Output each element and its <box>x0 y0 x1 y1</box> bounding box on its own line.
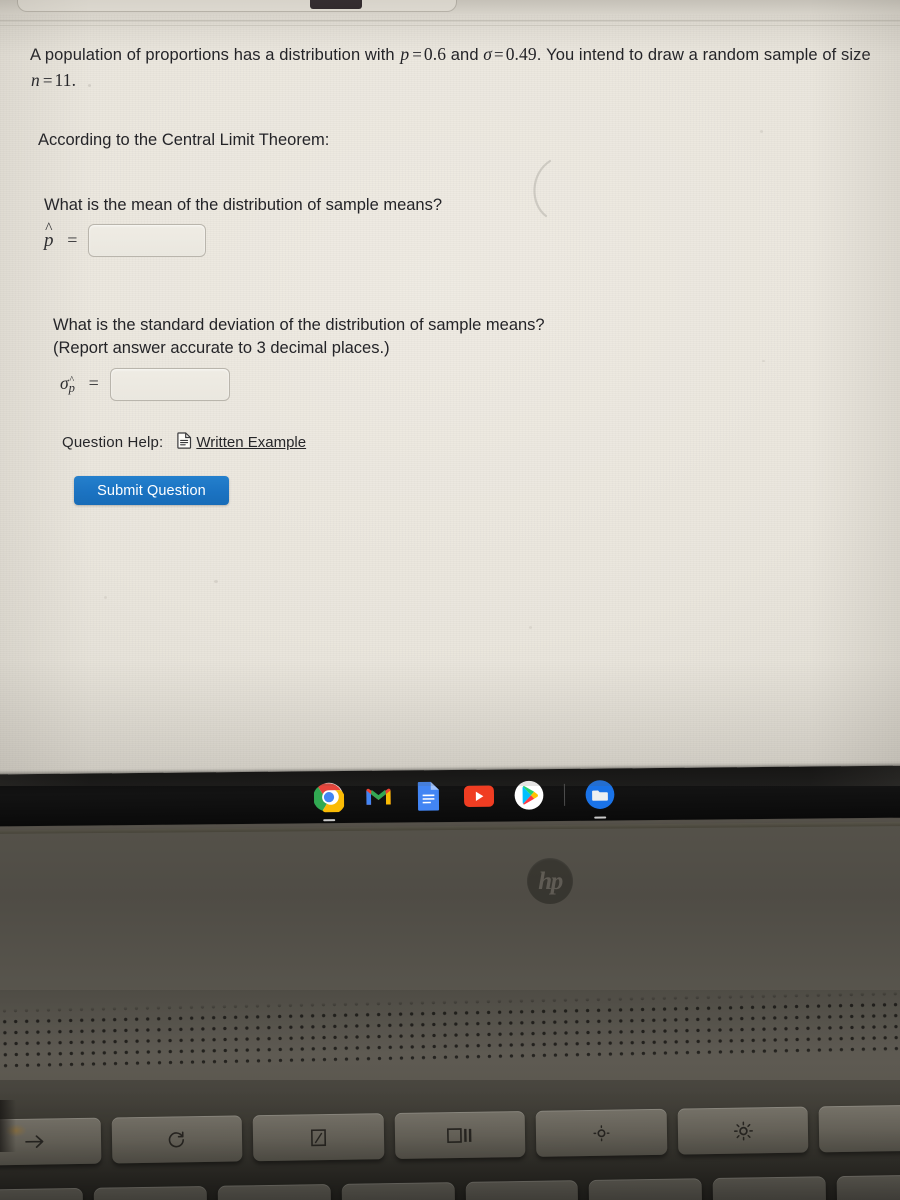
prompt-text-1: A population of proportions has a distri… <box>30 46 400 64</box>
key-row2-5[interactable] <box>465 1180 579 1200</box>
submit-question-button[interactable]: Submit Question <box>74 476 229 505</box>
browser-tab-strip[interactable] <box>0 0 900 14</box>
gmail-icon[interactable] <box>363 782 393 812</box>
overview-key[interactable] <box>394 1110 526 1160</box>
files-icon[interactable] <box>584 779 614 819</box>
prompt-variable-n: n <box>31 69 40 90</box>
files-running-indicator <box>593 816 606 819</box>
key-row2-3[interactable] <box>217 1184 332 1200</box>
key-row2-1[interactable] <box>0 1187 84 1200</box>
question-2-note: (Report answer accurate to 3 decimal pla… <box>53 339 390 357</box>
screen-glare-reflection <box>533 159 552 218</box>
prompt-p-value: 0.6 <box>423 44 447 64</box>
question-help-label: Question Help: <box>62 434 164 451</box>
keyboard-function-row <box>0 1104 900 1166</box>
written-example-link-group[interactable]: Written Example <box>177 432 306 453</box>
chrome-running-indicator <box>322 819 335 822</box>
prompt-text-2: . You intend to draw a random sample of … <box>536 46 871 64</box>
dust-speck <box>214 580 218 583</box>
key-row2-8[interactable] <box>836 1174 900 1200</box>
problem-statement: A population of proportions has a distri… <box>30 42 886 94</box>
hp-brand-logo: hp <box>527 858 573 904</box>
question-2-equals: = <box>88 372 99 393</box>
brightness-down-key[interactable] <box>535 1108 668 1157</box>
std-dev-answer-input[interactable] <box>109 368 230 401</box>
chromebook-photo-screenshot: A population of proportions has a distri… <box>0 0 900 1200</box>
prompt-period: . <box>71 69 77 90</box>
prompt-equals-2: = <box>494 45 504 64</box>
dust-speck <box>762 360 765 362</box>
question-1-answer-row: ^ p = <box>44 221 442 257</box>
key-row2-7[interactable] <box>712 1176 827 1200</box>
google-docs-icon[interactable] <box>413 781 443 811</box>
question-2-answer-row: σ ^ p = <box>60 368 545 401</box>
keyboard-number-row <box>0 1174 900 1200</box>
mean-answer-input[interactable] <box>88 224 207 257</box>
key-row2-2[interactable] <box>93 1185 208 1200</box>
question-2: What is the standard deviation of the di… <box>53 316 545 401</box>
keyboard <box>0 1090 900 1200</box>
dust-speck <box>104 596 107 599</box>
browser-tab[interactable] <box>18 0 456 11</box>
central-limit-theorem-heading: According to the Central Limit Theorem: <box>38 131 330 149</box>
prompt-equals-1: = <box>412 45 422 64</box>
laptop-screen: A population of proportions has a distri… <box>0 0 900 786</box>
prompt-variable-p: p <box>400 44 410 64</box>
browser-chrome-divider-2 <box>0 25 900 26</box>
question-help-row: Question Help: Written Example <box>62 432 306 453</box>
question-1: What is the mean of the distribution of … <box>44 196 442 257</box>
hp-logo-text: hp <box>538 867 563 895</box>
key-row2-6[interactable] <box>588 1178 703 1200</box>
reload-key[interactable] <box>111 1115 243 1164</box>
browser-chrome-divider <box>0 20 900 22</box>
prompt-equals-3: = <box>42 70 53 90</box>
brightness-up-key[interactable] <box>677 1106 809 1155</box>
chrome-icon[interactable] <box>313 782 344 822</box>
key-row2-4[interactable] <box>341 1182 455 1200</box>
question-1-equals: = <box>67 229 78 250</box>
question-2-text: What is the standard deviation of the di… <box>53 316 545 334</box>
play-store-icon[interactable] <box>513 780 543 810</box>
keyboard-smudge <box>5 1124 27 1137</box>
sigma-p-hat-symbol: σ ^ p = <box>60 373 99 397</box>
mute-key[interactable] <box>819 1104 900 1153</box>
sigma-symbol-base: σ <box>60 372 69 393</box>
prompt-n-value: 11 <box>54 69 72 90</box>
prompt-sigma-value: 0.49 <box>505 44 537 64</box>
tab-notch <box>310 0 362 9</box>
dust-speck <box>88 84 91 87</box>
prompt-and: and <box>446 46 484 64</box>
shelf-separator <box>563 783 565 806</box>
sub-hat-accent: ^ <box>69 374 75 386</box>
hat-accent: ^ <box>45 219 53 237</box>
p-hat-symbol: ^ p = <box>44 221 78 252</box>
fullscreen-key[interactable] <box>252 1113 385 1162</box>
youtube-icon[interactable] <box>463 781 494 811</box>
dust-speck <box>529 626 532 629</box>
dust-speck <box>760 130 763 133</box>
question-1-text: What is the mean of the distribution of … <box>44 196 443 214</box>
chromeos-shelf[interactable] <box>0 765 900 827</box>
written-example-link[interactable]: Written Example <box>196 434 306 451</box>
document-icon <box>177 432 192 453</box>
prompt-variable-sigma: σ <box>483 44 493 64</box>
